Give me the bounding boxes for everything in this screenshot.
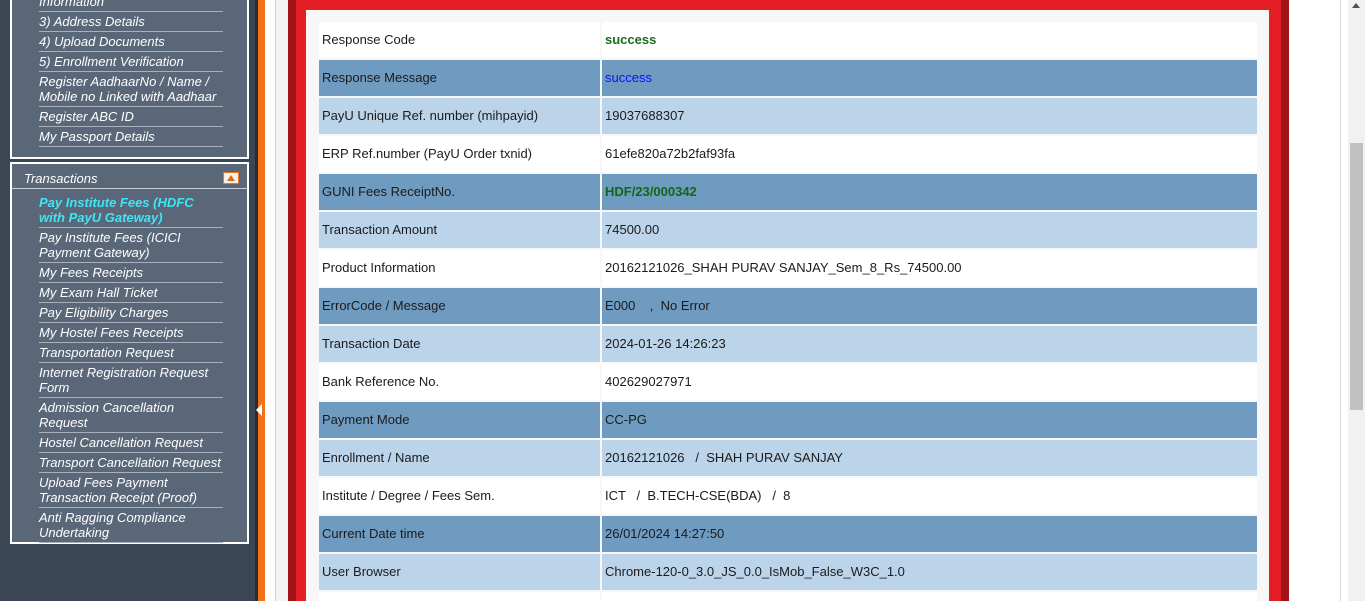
row-value: ICT / B.TECH-CSE(BDA) / 8 <box>602 478 1257 514</box>
row-value: 20162121026_SHAH PURAV SANJAY_Sem_8_Rs_7… <box>602 250 1257 286</box>
row-value: 19037688307 <box>602 98 1257 134</box>
collapse-sidebar-arrow-icon[interactable] <box>256 404 262 416</box>
row-value: E000 , No Error <box>602 288 1257 324</box>
student-menu-panel: Information 3) Address Details 4) Upload D… <box>10 0 249 159</box>
scroll-up-arrow-icon[interactable] <box>1352 3 1360 8</box>
table-row: PayU Unique Ref. number (mihpayid) 190376… <box>319 98 1257 134</box>
row-value: success <box>602 22 1257 58</box>
row-label: ERP Ref.number (PayU Order txnid) <box>319 136 600 172</box>
row-value: HDF/23/000342 <box>602 174 1257 210</box>
row-value: 26/01/2024 14:27:50 <box>602 516 1257 552</box>
collapse-up-icon[interactable] <box>223 172 239 184</box>
table-row: Transaction Amount 74500.00 <box>319 212 1257 248</box>
table-row: User Browser Chrome-120-0_3.0_JS_0.0_IsMo… <box>319 554 1257 590</box>
row-value: success <box>602 60 1257 96</box>
row-value: 2024-01-26 14:26:23 <box>602 326 1257 362</box>
sidebar-item-top-5[interactable]: Register ABC ID <box>39 107 223 127</box>
table-row: Institute / Degree / Fees Sem. ICT / B.TE… <box>319 478 1257 514</box>
sidebar-item-trans-9[interactable]: Hostel Cancellation Request <box>39 433 223 453</box>
row-label: PayU Unique Ref. number (mihpayid) <box>319 98 600 134</box>
sidebar-item-top-3[interactable]: 5) Enrollment Verification <box>39 52 223 72</box>
sidebar: Information 3) Address Details 4) Upload D… <box>0 0 255 601</box>
table-row: Current Date time 26/01/2024 14:27:50 <box>319 516 1257 552</box>
sidebar-item-trans-10[interactable]: Transport Cancellation Request <box>39 453 223 473</box>
row-value: 20162121026 / SHAH PURAV SANJAY <box>602 440 1257 476</box>
transactions-section-title: Transactions <box>24 171 98 186</box>
row-value <box>602 592 1257 601</box>
sidebar-item-trans-12[interactable]: Anti Ragging Compliance Undertaking <box>39 508 223 543</box>
table-row: Enrollment / Name 20162121026 / SHAH PURA… <box>319 440 1257 476</box>
row-value: Chrome-120-0_3.0_JS_0.0_IsMob_False_W3C_… <box>602 554 1257 590</box>
row-label: Response Code <box>319 22 600 58</box>
row-label: User Browser <box>319 554 600 590</box>
sidebar-item-trans-6[interactable]: Transportation Request <box>39 343 223 363</box>
table-row <box>319 592 1257 601</box>
sidebar-item-trans-4[interactable]: Pay Eligibility Charges <box>39 303 223 323</box>
row-label: Payment Mode <box>319 402 600 438</box>
row-label: Institute / Degree / Fees Sem. <box>319 478 600 514</box>
table-row: Response Message success <box>319 60 1257 96</box>
scrollbar-thumb[interactable] <box>1350 143 1363 410</box>
table-row: Response Code success <box>319 22 1257 58</box>
transactions-menu-list: Pay Institute Fees (HDFC with PayU Gatew… <box>39 193 223 543</box>
row-value: 74500.00 <box>602 212 1257 248</box>
sidebar-item-trans-7[interactable]: Internet Registration Request Form <box>39 363 223 398</box>
sidebar-item-top-2[interactable]: 4) Upload Documents <box>39 32 223 52</box>
sidebar-item-top-0[interactable]: Information <box>39 0 223 12</box>
inner-scroll-track <box>1340 0 1348 601</box>
sidebar-item-trans-5[interactable]: My Hostel Fees Receipts <box>39 323 223 343</box>
table-row: Transaction Date 2024-01-26 14:26:23 <box>319 326 1257 362</box>
row-label <box>319 592 600 601</box>
sidebar-item-trans-2[interactable]: My Fees Receipts <box>39 263 223 283</box>
transactions-menu-panel: Transactions Pay Institute Fees (HDFC wi… <box>10 162 249 544</box>
sidebar-item-trans-1[interactable]: Pay Institute Fees (ICICI Payment Gatewa… <box>39 228 223 263</box>
sidebar-item-trans-3[interactable]: My Exam Hall Ticket <box>39 283 223 303</box>
row-label: GUNI Fees ReceiptNo. <box>319 174 600 210</box>
sidebar-item-top-4[interactable]: Register AadhaarNo / Name / Mobile no Li… <box>39 72 223 107</box>
table-row: Bank Reference No. 402629027971 <box>319 364 1257 400</box>
table-row: ErrorCode / Message E000 , No Error <box>319 288 1257 324</box>
sidebar-splitter[interactable] <box>255 0 265 601</box>
row-label: Enrollment / Name <box>319 440 600 476</box>
row-label: Transaction Amount <box>319 212 600 248</box>
table-row: ERP Ref.number (PayU Order txnid) 61efe82… <box>319 136 1257 172</box>
row-label: Current Date time <box>319 516 600 552</box>
row-value: 402629027971 <box>602 364 1257 400</box>
row-label: Product Information <box>319 250 600 286</box>
sidebar-item-trans-11[interactable]: Upload Fees Payment Transaction Receipt … <box>39 473 223 508</box>
table-row: Product Information 20162121026_SHAH PURA… <box>319 250 1257 286</box>
sidebar-item-top-1[interactable]: 3) Address Details <box>39 12 223 32</box>
table-row: Payment Mode CC-PG <box>319 402 1257 438</box>
row-value: 61efe820a72b2faf93fa <box>602 136 1257 172</box>
row-label: ErrorCode / Message <box>319 288 600 324</box>
row-label: Response Message <box>319 60 600 96</box>
table-row: GUNI Fees ReceiptNo. HDF/23/000342 <box>319 174 1257 210</box>
transactions-section-header[interactable]: Transactions <box>12 168 247 189</box>
sidebar-item-trans-8[interactable]: Admission Cancellation Request <box>39 398 223 433</box>
sidebar-item-top-6[interactable]: My Passport Details <box>39 127 223 147</box>
row-label: Bank Reference No. <box>319 364 600 400</box>
row-value: CC-PG <box>602 402 1257 438</box>
student-menu-list: Information 3) Address Details 4) Upload D… <box>39 0 223 147</box>
sidebar-item-trans-0[interactable]: Pay Institute Fees (HDFC with PayU Gatew… <box>39 193 223 228</box>
row-label: Transaction Date <box>319 326 600 362</box>
